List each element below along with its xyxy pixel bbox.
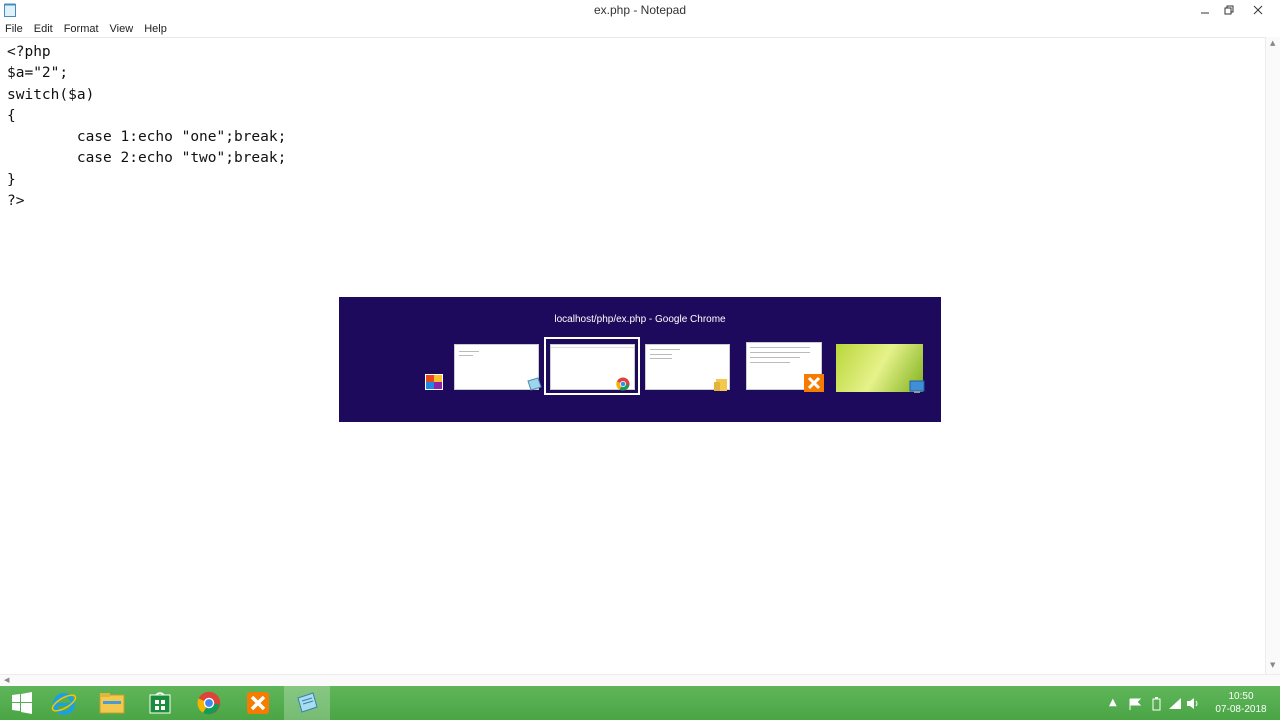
file-explorer-icon [99,693,125,714]
system-clock[interactable]: 10:50 07-08-2018 [1208,690,1274,716]
internet-explorer-button[interactable] [42,686,86,720]
xampp-icon [247,692,269,714]
volume-icon[interactable] [1186,697,1200,710]
start-button[interactable] [0,686,44,720]
horizontal-scrollbar[interactable]: ◀ [0,674,1280,686]
menu-format[interactable]: Format [64,23,99,35]
scroll-left-icon[interactable]: ◀ [4,676,9,684]
scroll-down-icon[interactable]: ▼ [1270,661,1275,669]
chrome-icon [197,691,221,715]
menu-view[interactable]: View [110,23,134,35]
desktop-monitor-icon [909,380,925,393]
title-bar: ex.php - Notepad [0,0,1280,21]
xampp-window-thumbnail[interactable] [746,342,824,392]
task-switcher: localhost/php/ex.php - Google Chrome [339,297,941,422]
desktop-background-thumbnail[interactable] [836,344,925,393]
code-line: <?php [7,44,51,60]
chrome-window-thumbnail[interactable] [550,344,635,391]
xampp-icon [804,374,824,392]
notepad-icon [297,692,318,713]
menu-edit[interactable]: Edit [34,23,53,35]
close-icon [1253,5,1263,15]
switcher-title: localhost/php/ex.php - Google Chrome [554,314,726,325]
menu-bar: File Edit Format View Help [0,21,1280,36]
store-icon [149,692,171,714]
clock-date: 07-08-2018 [1215,704,1267,715]
notepad-window-thumbnail[interactable] [454,344,542,391]
window-title: ex.php - Notepad [593,3,687,17]
chrome-button[interactable] [187,686,231,720]
chrome-icon [616,377,630,391]
restore-icon [1224,5,1234,15]
vertical-scrollbar[interactable]: ▲ ▼ [1265,37,1280,674]
explorer-window-thumbnail[interactable] [645,344,730,391]
notepad-icon [527,377,542,391]
show-hidden-icons-icon[interactable]: ▲ [1109,697,1117,708]
close-button[interactable] [1240,0,1276,20]
desktop-icon[interactable] [425,374,443,390]
minimize-icon [1201,12,1209,14]
restore-button[interactable] [1216,0,1242,20]
folder-icon [714,379,727,391]
code-line: } [7,171,16,188]
file-explorer-button[interactable] [90,686,134,720]
code-line: $a="2"; [7,65,69,82]
code-line: case 2:echo "two";break; [7,150,287,167]
windows-start-icon [12,692,32,714]
notepad-button[interactable] [284,686,330,720]
code-line: case 1:echo "one";break; [7,129,287,146]
store-button[interactable] [138,686,182,720]
code-line: { [7,107,16,124]
menu-help[interactable]: Help [144,23,167,35]
battery-icon[interactable] [1152,697,1162,711]
menu-file[interactable]: File [5,23,23,35]
scroll-up-icon[interactable]: ▲ [1270,39,1275,47]
code-line: ?> [7,193,25,210]
action-center-flag-icon[interactable] [1128,698,1142,710]
minimize-button[interactable] [1192,0,1218,20]
taskbar: ▲ 10:50 07-08-2018 [0,686,1280,720]
code-content[interactable]: <?php $a="2"; switch($a) { case 1:echo "one… [7,42,286,212]
clock-time: 10:50 [1228,691,1254,702]
internet-explorer-icon [51,693,77,715]
xampp-button[interactable] [236,686,280,720]
network-signal-icon[interactable] [1168,697,1182,710]
code-line: switch($a) [7,86,95,103]
